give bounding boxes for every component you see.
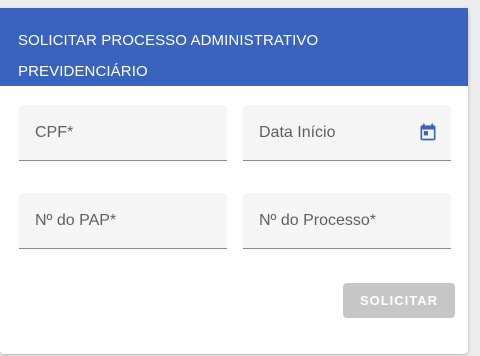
solicitar-button[interactable]: SOLICITAR	[343, 283, 455, 318]
card-title-line1: SOLICITAR PROCESSO ADMINISTRATIVO	[18, 32, 319, 49]
pap-input[interactable]	[19, 193, 227, 248]
cpf-input[interactable]	[19, 105, 227, 160]
data-inicio-field[interactable]: Data Início	[243, 105, 451, 161]
card-header: SOLICITAR PROCESSO ADMINISTRATIVO PREVID…	[0, 8, 468, 86]
pap-field[interactable]: Nº do PAP*	[19, 193, 227, 249]
card-title-line2: PREVIDENCIÁRIO	[18, 63, 148, 80]
processo-input[interactable]	[243, 193, 451, 248]
processo-field[interactable]: Nº do Processo*	[243, 193, 451, 249]
cpf-field[interactable]: CPF*	[19, 105, 227, 161]
calendar-icon[interactable]	[418, 122, 438, 142]
